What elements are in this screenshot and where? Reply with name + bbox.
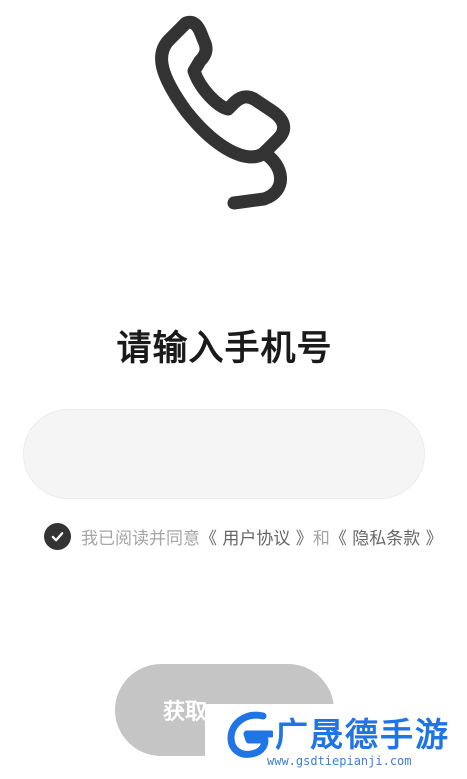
checkmark-icon [51,531,64,541]
phone-number-input[interactable] [23,409,425,499]
user-agreement-link[interactable]: 《 用户协议 》 [200,524,313,549]
agreement-row: 我已阅读并同意 《 用户协议 》 和 《 隐私条款 》 [44,522,443,550]
watermark-overlay: 广晟德手游 www.gsdtiepianji.com [205,704,467,779]
g-logo-icon [227,711,273,758]
watermark-name: 广晟德手游 [275,715,450,754]
privacy-policy-link[interactable]: 《 隐私条款 》 [330,524,443,549]
page-title: 请输入手机号 [116,329,333,369]
agreement-prefix-text: 我已阅读并同意 [81,528,200,549]
agreement-and-text: 和 [312,528,330,549]
phone-icon [155,15,291,210]
watermark-url: www.gsdtiepianji.com [267,754,412,768]
agreement-checkbox[interactable] [44,522,71,550]
